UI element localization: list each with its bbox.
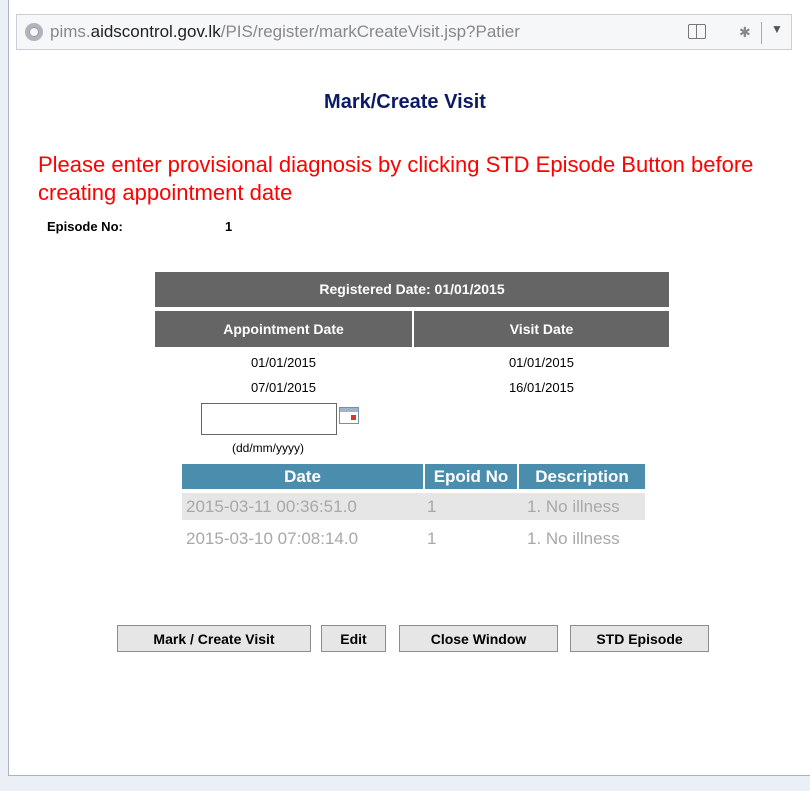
date-format-hint: (dd/mm/yyyy) (232, 441, 304, 455)
history-description-cell: 1. No illness (527, 497, 620, 516)
extension-icon[interactable]: ✱ (739, 24, 751, 41)
url-prefix: pims. (50, 22, 91, 41)
history-description-cell: 1. No illness (527, 529, 620, 548)
reader-view-icon[interactable] (688, 24, 706, 39)
visit-date-cell: 01/01/2015 (508, 355, 575, 370)
episode-value: 1 (225, 219, 233, 234)
history-description-header: Description (519, 464, 645, 489)
history-epoid-cell: 1 (427, 497, 437, 516)
registered-date-header: Registered Date: 01/01/2015 (155, 272, 669, 307)
appointment-date-cell: 07/01/2015 (250, 380, 317, 395)
address-bar[interactable]: pims.aidscontrol.gov.lk/PIS/register/mar… (16, 14, 792, 50)
appointment-date-cell: 01/01/2015 (250, 355, 317, 370)
toolbar-separator (761, 22, 762, 44)
globe-icon (25, 23, 43, 41)
page-title: Mark/Create Visit (324, 91, 486, 113)
history-date-cell: 2015-03-10 07:08:14.0 (186, 529, 359, 548)
url-domain: aidscontrol.gov.lk (90, 22, 221, 41)
episode-label: Episode No: (47, 219, 123, 234)
warning-message: Please enter provisional diagnosis by cl… (38, 152, 754, 205)
visit-date-header: Visit Date (414, 311, 669, 347)
mark-create-visit-button[interactable]: Mark / Create Visit (117, 625, 311, 652)
visit-date-cell: 16/01/2015 (508, 380, 575, 395)
close-window-button[interactable]: Close Window (399, 625, 558, 652)
appointment-date-input[interactable] (201, 403, 337, 435)
chevron-down-icon[interactable]: ▼ (771, 22, 783, 36)
table-row: 2015-03-10 07:08:14.0 1 1. No illness (182, 525, 645, 552)
calendar-icon[interactable] (339, 407, 359, 424)
appointment-date-header: Appointment Date (155, 311, 412, 347)
history-date-cell: 2015-03-11 00:36:51.0 (186, 497, 357, 516)
edit-button[interactable]: Edit (321, 625, 386, 652)
url-text[interactable]: pims.aidscontrol.gov.lk/PIS/register/mar… (50, 22, 700, 42)
url-path: /PIS/register/markCreateVisit.jsp?Patier (220, 22, 520, 41)
history-epoid-cell: 1 (427, 529, 437, 548)
history-epoid-header: Epoid No (425, 464, 517, 489)
std-episode-button[interactable]: STD Episode (570, 625, 709, 652)
history-date-header: Date (182, 464, 423, 489)
table-row: 2015-03-11 00:36:51.0 1 1. No illness (182, 493, 645, 520)
